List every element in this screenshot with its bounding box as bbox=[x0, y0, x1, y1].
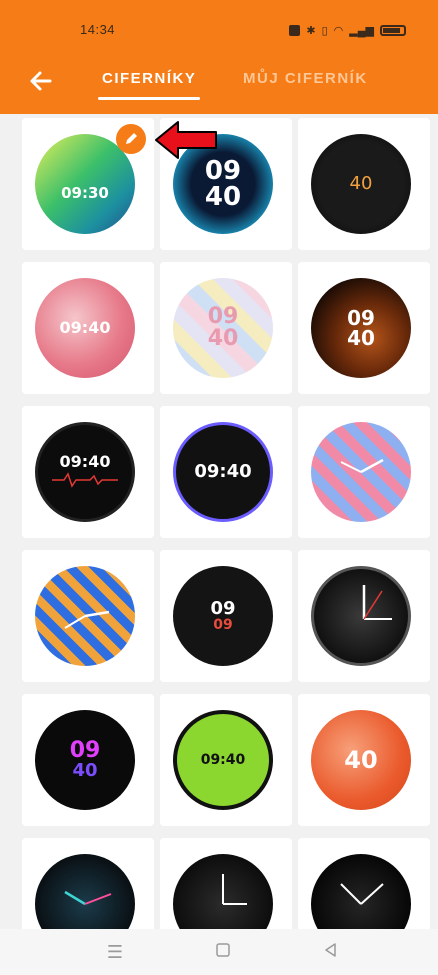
vibrate-icon: ▯ bbox=[321, 25, 328, 37]
analog-hands-icon bbox=[340, 458, 384, 474]
watch-face-preview bbox=[311, 422, 411, 522]
app-header: 14:34 ✱ ▯ ◠ ▂▄▆ CIFERNÍKY MŮJ CIFERNÍK bbox=[0, 0, 438, 114]
watch-face-card[interactable] bbox=[22, 550, 154, 682]
chronograph-hands-icon bbox=[362, 585, 392, 620]
watch-face-card[interactable] bbox=[298, 406, 430, 538]
active-tab-indicator bbox=[98, 97, 200, 100]
battery-icon bbox=[380, 25, 406, 36]
top-nav: CIFERNÍKY MŮJ CIFERNÍK bbox=[0, 60, 438, 104]
status-bar: 14:34 ✱ ▯ ◠ ▂▄▆ bbox=[0, 22, 438, 44]
system-nav-bar: ☰ bbox=[0, 929, 438, 975]
watch-face-card[interactable] bbox=[298, 838, 430, 929]
watch-face-minute: 40 bbox=[72, 760, 98, 781]
watch-face-preview: 09 40 bbox=[311, 278, 411, 378]
notification-icon bbox=[289, 25, 301, 36]
watch-face-hour: 09 bbox=[207, 304, 239, 329]
watch-face-time: 09:40 bbox=[200, 752, 246, 768]
menu-icon[interactable]: ☰ bbox=[104, 941, 126, 963]
watch-face-card[interactable]: 09:40 bbox=[22, 262, 154, 394]
watch-face-preview: 09 40 bbox=[35, 710, 135, 810]
watch-face-card[interactable]: 09:40 bbox=[22, 406, 154, 538]
watch-face-card[interactable]: 09 40 bbox=[22, 694, 154, 826]
watch-face-card[interactable]: 40 bbox=[298, 118, 430, 250]
watch-face-preview bbox=[173, 854, 273, 929]
watch-face-card[interactable]: 09 40 bbox=[160, 262, 292, 394]
watch-face-card[interactable]: 09:40 bbox=[160, 694, 292, 826]
watch-face-card[interactable]: 09 09 bbox=[160, 550, 292, 682]
watch-face-preview: 09:40 bbox=[35, 422, 135, 522]
watch-face-preview: 09 09 bbox=[173, 566, 273, 666]
watch-face-hour: 09 bbox=[347, 306, 375, 330]
tab-watch-faces[interactable]: CIFERNÍKY bbox=[102, 70, 196, 87]
analog-hands-icon bbox=[64, 890, 112, 906]
status-time: 14:34 bbox=[80, 22, 116, 37]
bluetooth-icon: ✱ bbox=[306, 25, 316, 37]
watch-face-minute: 40 bbox=[207, 326, 239, 351]
watch-face-preview: 09 40 bbox=[173, 278, 273, 378]
watch-face-preview: 09:40 bbox=[173, 422, 273, 522]
watch-face-preview bbox=[35, 854, 135, 929]
back-arrow-icon[interactable] bbox=[28, 68, 54, 94]
watch-face-preview: 09:40 bbox=[35, 278, 135, 378]
watch-face-time: 40 bbox=[344, 746, 378, 774]
watch-face-extra: 09 bbox=[213, 617, 233, 633]
watch-face-minute: 40 bbox=[347, 326, 375, 350]
watch-face-preview: 40 bbox=[311, 134, 411, 234]
watch-face-preview bbox=[311, 854, 411, 929]
analog-hands-icon bbox=[340, 883, 384, 905]
watch-face-time: 09:40 bbox=[194, 461, 252, 482]
watch-face-hour: 09 bbox=[69, 738, 101, 763]
home-icon[interactable] bbox=[212, 941, 234, 963]
status-icons: ✱ ▯ ◠ ▂▄▆ bbox=[289, 24, 406, 37]
watch-face-minute: 40 bbox=[204, 182, 242, 212]
watch-face-card[interactable]: 09 40 bbox=[298, 262, 430, 394]
watch-face-preview: 09:40 bbox=[173, 710, 273, 810]
watch-face-time: 09:40 bbox=[59, 318, 111, 337]
wifi-icon: ◠ bbox=[333, 25, 344, 37]
edit-pencil-icon[interactable] bbox=[116, 124, 146, 154]
watch-face-preview: 40 bbox=[311, 710, 411, 810]
heart-rate-graph bbox=[52, 472, 118, 488]
watch-face-card[interactable] bbox=[160, 838, 292, 929]
watch-face-time: 40 bbox=[349, 173, 373, 194]
watch-face-hour: 09 bbox=[210, 598, 236, 619]
signal-icon: ▂▄▆ bbox=[349, 25, 374, 37]
watch-face-card[interactable]: 40 bbox=[298, 694, 430, 826]
tab-my-watch-face[interactable]: MŮJ CIFERNÍK bbox=[243, 70, 368, 87]
analog-hands-icon bbox=[222, 874, 247, 905]
watch-face-card[interactable]: 09:40 bbox=[160, 406, 292, 538]
watch-face-card[interactable] bbox=[22, 838, 154, 929]
red-pointer-arrow-icon bbox=[155, 121, 217, 159]
watch-face-preview bbox=[35, 566, 135, 666]
watch-face-time: 09:30 bbox=[61, 183, 109, 202]
watch-face-time: 09:40 bbox=[59, 452, 111, 471]
back-triangle-icon[interactable] bbox=[320, 941, 342, 963]
watch-face-grid: 09:30 09 40 40 09:40 09 40 09 40 09:40 0… bbox=[0, 114, 438, 929]
watch-face-card[interactable] bbox=[298, 550, 430, 682]
analog-hands-icon bbox=[64, 610, 110, 629]
watch-face-preview bbox=[311, 566, 411, 666]
